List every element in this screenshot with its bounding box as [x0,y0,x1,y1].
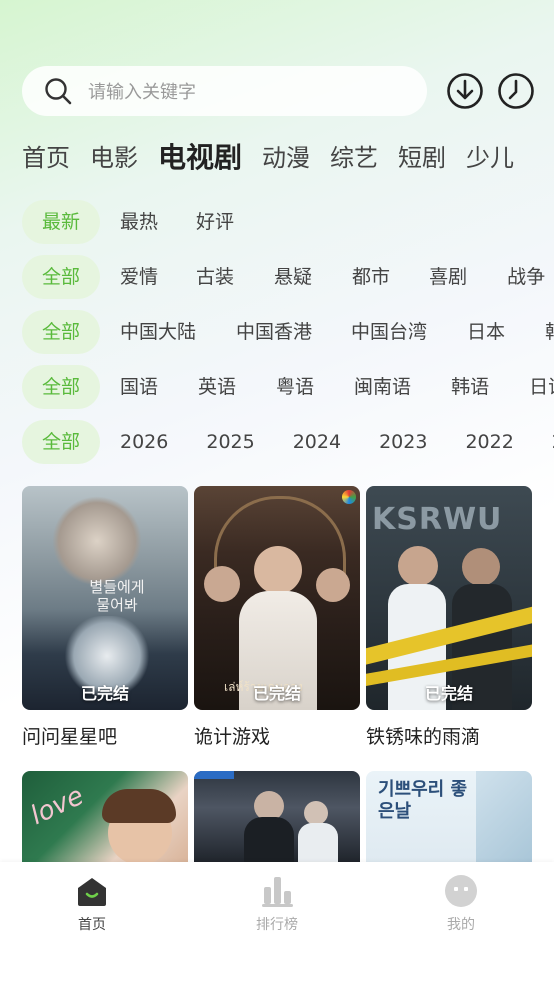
filter-chip[interactable]: 喜剧 [429,255,467,299]
video-card[interactable]: 별들에게 물어봐 已完结 问问星星吧 [22,486,188,749]
video-card[interactable]: KSRWU 已完结 铁锈味的雨滴 [366,486,532,749]
tab-kids[interactable]: 少儿 [466,138,514,178]
home-icon [78,878,106,906]
filter-chip[interactable]: 国语 [120,365,158,409]
filter-chip[interactable]: 战争 [507,255,545,299]
download-icon[interactable] [446,72,484,110]
card-title: 诡计游戏 [194,726,271,748]
ranking-icon [262,877,293,907]
filter-chip[interactable]: 中国台湾 [351,310,427,354]
nav-label: 首页 [78,917,106,933]
filter-chip[interactable]: 2024 [293,420,341,464]
filter-chip[interactable]: 爱情 [120,255,158,299]
filter-chip[interactable]: 最新 [22,200,100,244]
filter-row-genre: 全部 爱情 古装 悬疑 都市 喜剧 战争 [22,255,545,299]
tab-variety[interactable]: 综艺 [330,138,378,178]
status-badge: 已完结 [252,684,301,703]
filter-chip[interactable]: 全部 [22,365,100,409]
filter-row-region: 全部 中国大陆 中国香港 中国台湾 日本 韩 [22,310,554,354]
filter-chip[interactable]: 2022 [465,420,513,464]
search-icon [45,78,72,105]
card-title: 铁锈味的雨滴 [366,726,481,748]
filter-chip[interactable]: 2023 [379,420,427,464]
filter-chip[interactable]: 日语 [529,365,554,409]
filter-chip[interactable]: 2026 [120,420,168,464]
category-tabs: 首页 电影 电视剧 动漫 综艺 短剧 少儿 [22,138,534,178]
nav-ranking[interactable]: 排行榜 [232,874,322,934]
filter-chip[interactable]: 好评 [196,200,234,244]
filter-chip[interactable]: 全部 [22,420,100,464]
search-input[interactable]: 请输入关键字 [22,66,427,116]
search-placeholder: 请输入关键字 [88,82,196,103]
video-card[interactable]: 기쁘우리 좋은날 [366,771,532,863]
status-badge: 已完结 [424,684,473,703]
filter-chip[interactable]: 悬疑 [274,255,312,299]
filter-chip[interactable]: 韩语 [451,365,489,409]
filter-chip[interactable]: 闽南语 [354,365,411,409]
tab-anime[interactable]: 动漫 [262,138,310,178]
poster-text: love [26,780,89,832]
filter-chip[interactable]: 2025 [206,420,254,464]
nav-home[interactable]: 首页 [47,874,137,934]
poster-image: KSRWU 已完结 [366,486,532,710]
filter-chip[interactable]: 中国大陆 [120,310,196,354]
tab-home[interactable]: 首页 [22,138,70,178]
filter-chip[interactable]: 古装 [196,255,234,299]
poster-text: KSRWU [372,502,503,537]
filter-chip[interactable]: 都市 [352,255,390,299]
nav-profile[interactable]: 我的 [416,874,506,934]
filter-chip[interactable]: 全部 [22,310,100,354]
filter-chip[interactable]: 最热 [120,200,158,244]
search-row: 请输入关键字 [22,66,536,116]
history-clock-icon[interactable] [497,72,535,110]
poster-image: เล่ห์ร้ายเกมลวง 已完结 [194,486,360,710]
card-title: 问问星星吧 [22,726,118,748]
video-card[interactable] [194,771,360,863]
poster-image: 별들에게 물어봐 已完结 [22,486,188,710]
profile-icon [445,875,477,907]
filter-row-sort: 最新 最热 好评 [22,200,234,244]
status-badge: 已完结 [80,684,129,703]
video-card[interactable]: love [22,771,188,863]
bottom-navigation: 首页 排行榜 我的 [0,862,554,984]
filter-chip[interactable]: 日本 [467,310,505,354]
filter-chip[interactable]: 粤语 [276,365,314,409]
filter-chip[interactable]: 全部 [22,255,100,299]
tab-movie[interactable]: 电影 [90,138,138,178]
filter-chip[interactable]: 英语 [198,365,236,409]
video-card[interactable]: เล่ห์ร้ายเกมลวง 已完结 诡计游戏 [194,486,360,749]
nav-label: 排行榜 [256,917,298,933]
poster-text: 기쁘우리 좋은날 [378,779,468,822]
tab-short-drama[interactable]: 短剧 [398,138,446,178]
filter-chip[interactable]: 中国香港 [236,310,312,354]
filter-row-year: 全部 2026 2025 2024 2023 2022 20 [22,420,554,464]
tab-tv-series[interactable]: 电视剧 [158,138,242,178]
nav-label: 我的 [447,917,475,933]
filter-row-language: 全部 国语 英语 粤语 闽南语 韩语 日语 [22,365,554,409]
poster-text: 별들에게 물어봐 [89,578,145,614]
filter-chip[interactable]: 韩 [545,310,554,354]
